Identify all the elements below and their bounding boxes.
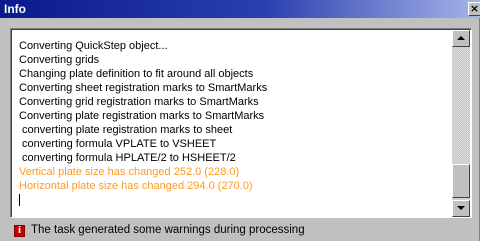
close-button[interactable]: ×	[468, 2, 480, 16]
scroll-up-button[interactable]	[452, 30, 470, 47]
arrow-down-icon	[457, 206, 465, 210]
scroll-thumb[interactable]	[452, 164, 470, 198]
scroll-down-button[interactable]	[452, 200, 470, 217]
log-panel[interactable]: Converting QuickStep object... Convertin…	[10, 28, 472, 218]
log-line: converting formula VPLATE to VSHEET	[22, 138, 217, 150]
info-window: Info × Converting QuickStep object... Co…	[0, 0, 480, 241]
title-bar[interactable]: Info ×	[0, 0, 480, 18]
log-line: Changing plate definition to fit around …	[19, 68, 254, 80]
window-title: Info	[4, 2, 26, 16]
log-line: converting formula HPLATE/2 to HSHEET/2	[22, 152, 236, 164]
arrow-up-icon	[457, 36, 465, 40]
log-line: Converting grids	[19, 54, 100, 66]
warning-icon: i	[14, 225, 25, 237]
log-line-warning: Vertical plate size has changed 252.0 (2…	[19, 166, 240, 178]
log-line: Converting QuickStep object...	[19, 40, 168, 52]
close-icon: ×	[469, 2, 480, 15]
log-line: Converting plate registration marks to S…	[19, 110, 265, 122]
status-bar: i The task generated some warnings durin…	[10, 222, 472, 240]
status-text: The task generated some warnings during …	[31, 224, 305, 236]
text-caret	[19, 194, 20, 206]
log-line: Converting grid registration marks to Sm…	[19, 96, 259, 108]
log-lines: Converting QuickStep object... Convertin…	[11, 29, 451, 217]
log-line-warning: Horizontal plate size has changed 294.0 …	[19, 180, 253, 192]
log-line: Converting sheet registration marks to S…	[19, 82, 268, 94]
log-line: converting plate registration marks to s…	[22, 124, 233, 136]
vertical-scrollbar[interactable]	[452, 30, 470, 217]
